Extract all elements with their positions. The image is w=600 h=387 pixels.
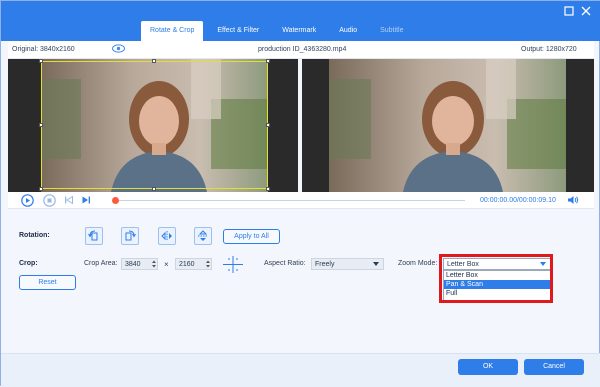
rotate-right-button[interactable]: [121, 227, 139, 245]
crop-handle-top[interactable]: [152, 59, 156, 63]
crop-height-stepper[interactable]: [205, 259, 211, 269]
crop-handle-right[interactable]: [266, 123, 270, 127]
previous-frame-icon[interactable]: [64, 195, 74, 207]
crop-handle-top-left[interactable]: [39, 59, 43, 63]
eye-icon[interactable]: [112, 44, 125, 55]
zoom-mode-label: Zoom Mode:: [398, 260, 438, 267]
tab-rotate-crop[interactable]: Rotate & Crop: [141, 21, 204, 41]
crop-handle-bottom-right[interactable]: [266, 187, 270, 191]
rotate-right-icon: [125, 230, 136, 241]
progress-thumb[interactable]: [112, 197, 119, 204]
tab-watermark[interactable]: Watermark: [273, 21, 325, 41]
cancel-button[interactable]: Cancel: [524, 359, 584, 375]
flip-horizontal-button[interactable]: [158, 227, 176, 245]
crop-height-value: 2160: [179, 261, 195, 268]
footer-bar: OK Cancel: [1, 353, 600, 387]
crop-frame[interactable]: [39, 59, 270, 191]
output-resolution: Output: 1280x720: [521, 46, 577, 53]
multiply-sign: ×: [164, 260, 169, 269]
close-icon[interactable]: [580, 5, 592, 17]
next-frame-icon[interactable]: [81, 195, 91, 207]
file-name: production ID_4363280.mp4: [258, 46, 347, 53]
playback-bar: 00:00:00.00/00:00:09.10: [8, 192, 594, 209]
aspect-ratio-label: Aspect Ratio:: [264, 260, 306, 267]
crop-handle-bottom-left[interactable]: [39, 187, 43, 191]
tab-effect-filter[interactable]: Effect & Filter: [208, 21, 268, 41]
crop-width-value: 3840: [125, 261, 141, 268]
rotate-left-button[interactable]: [85, 227, 103, 245]
volume-icon[interactable]: [567, 195, 579, 207]
stop-icon[interactable]: [43, 194, 56, 209]
progress-track[interactable]: [115, 200, 465, 201]
crop-handle-top-right[interactable]: [266, 59, 270, 63]
tab-subtitle[interactable]: Subtitle: [371, 21, 412, 41]
original-resolution: Original: 3840x2160: [12, 46, 75, 53]
crop-handle-bottom[interactable]: [152, 187, 156, 191]
play-icon[interactable]: [21, 194, 34, 209]
flip-vertical-icon: [198, 230, 208, 241]
aspect-ratio-dropdown[interactable]: Freely: [311, 258, 384, 270]
aspect-ratio-value: Freely: [315, 261, 335, 268]
flip-vertical-button[interactable]: [194, 227, 212, 245]
ok-button[interactable]: OK: [458, 359, 518, 375]
info-bar: Original: 3840x2160 production ID_436328…: [8, 41, 594, 59]
tab-audio[interactable]: Audio: [330, 21, 366, 41]
editor-window: Rotate & Crop Effect & Filter Watermark …: [0, 0, 600, 387]
crop-area-label: Crop Area:: [84, 260, 118, 267]
center-crop-icon[interactable]: [223, 256, 243, 273]
crop-label: Crop:: [19, 260, 38, 267]
apply-to-all-button[interactable]: Apply to All: [223, 229, 280, 244]
flip-horizontal-icon: [161, 231, 172, 241]
output-preview: [302, 59, 594, 192]
highlight-box: [439, 254, 553, 303]
crop-width-stepper[interactable]: [151, 259, 157, 269]
title-bar: Rotate & Crop Effect & Filter Watermark …: [1, 1, 600, 41]
rotate-left-icon: [88, 230, 98, 241]
time-display: 00:00:00.00/00:00:09.10: [480, 197, 556, 204]
crop-handle-left[interactable]: [39, 123, 43, 127]
rotation-label: Rotation:: [19, 232, 50, 239]
tab-bar: Rotate & Crop Effect & Filter Watermark …: [141, 21, 417, 41]
chevron-down-icon: [373, 262, 379, 266]
output-video-frame: [329, 59, 566, 192]
reset-button[interactable]: Reset: [19, 275, 76, 290]
maximize-icon[interactable]: [563, 5, 575, 17]
